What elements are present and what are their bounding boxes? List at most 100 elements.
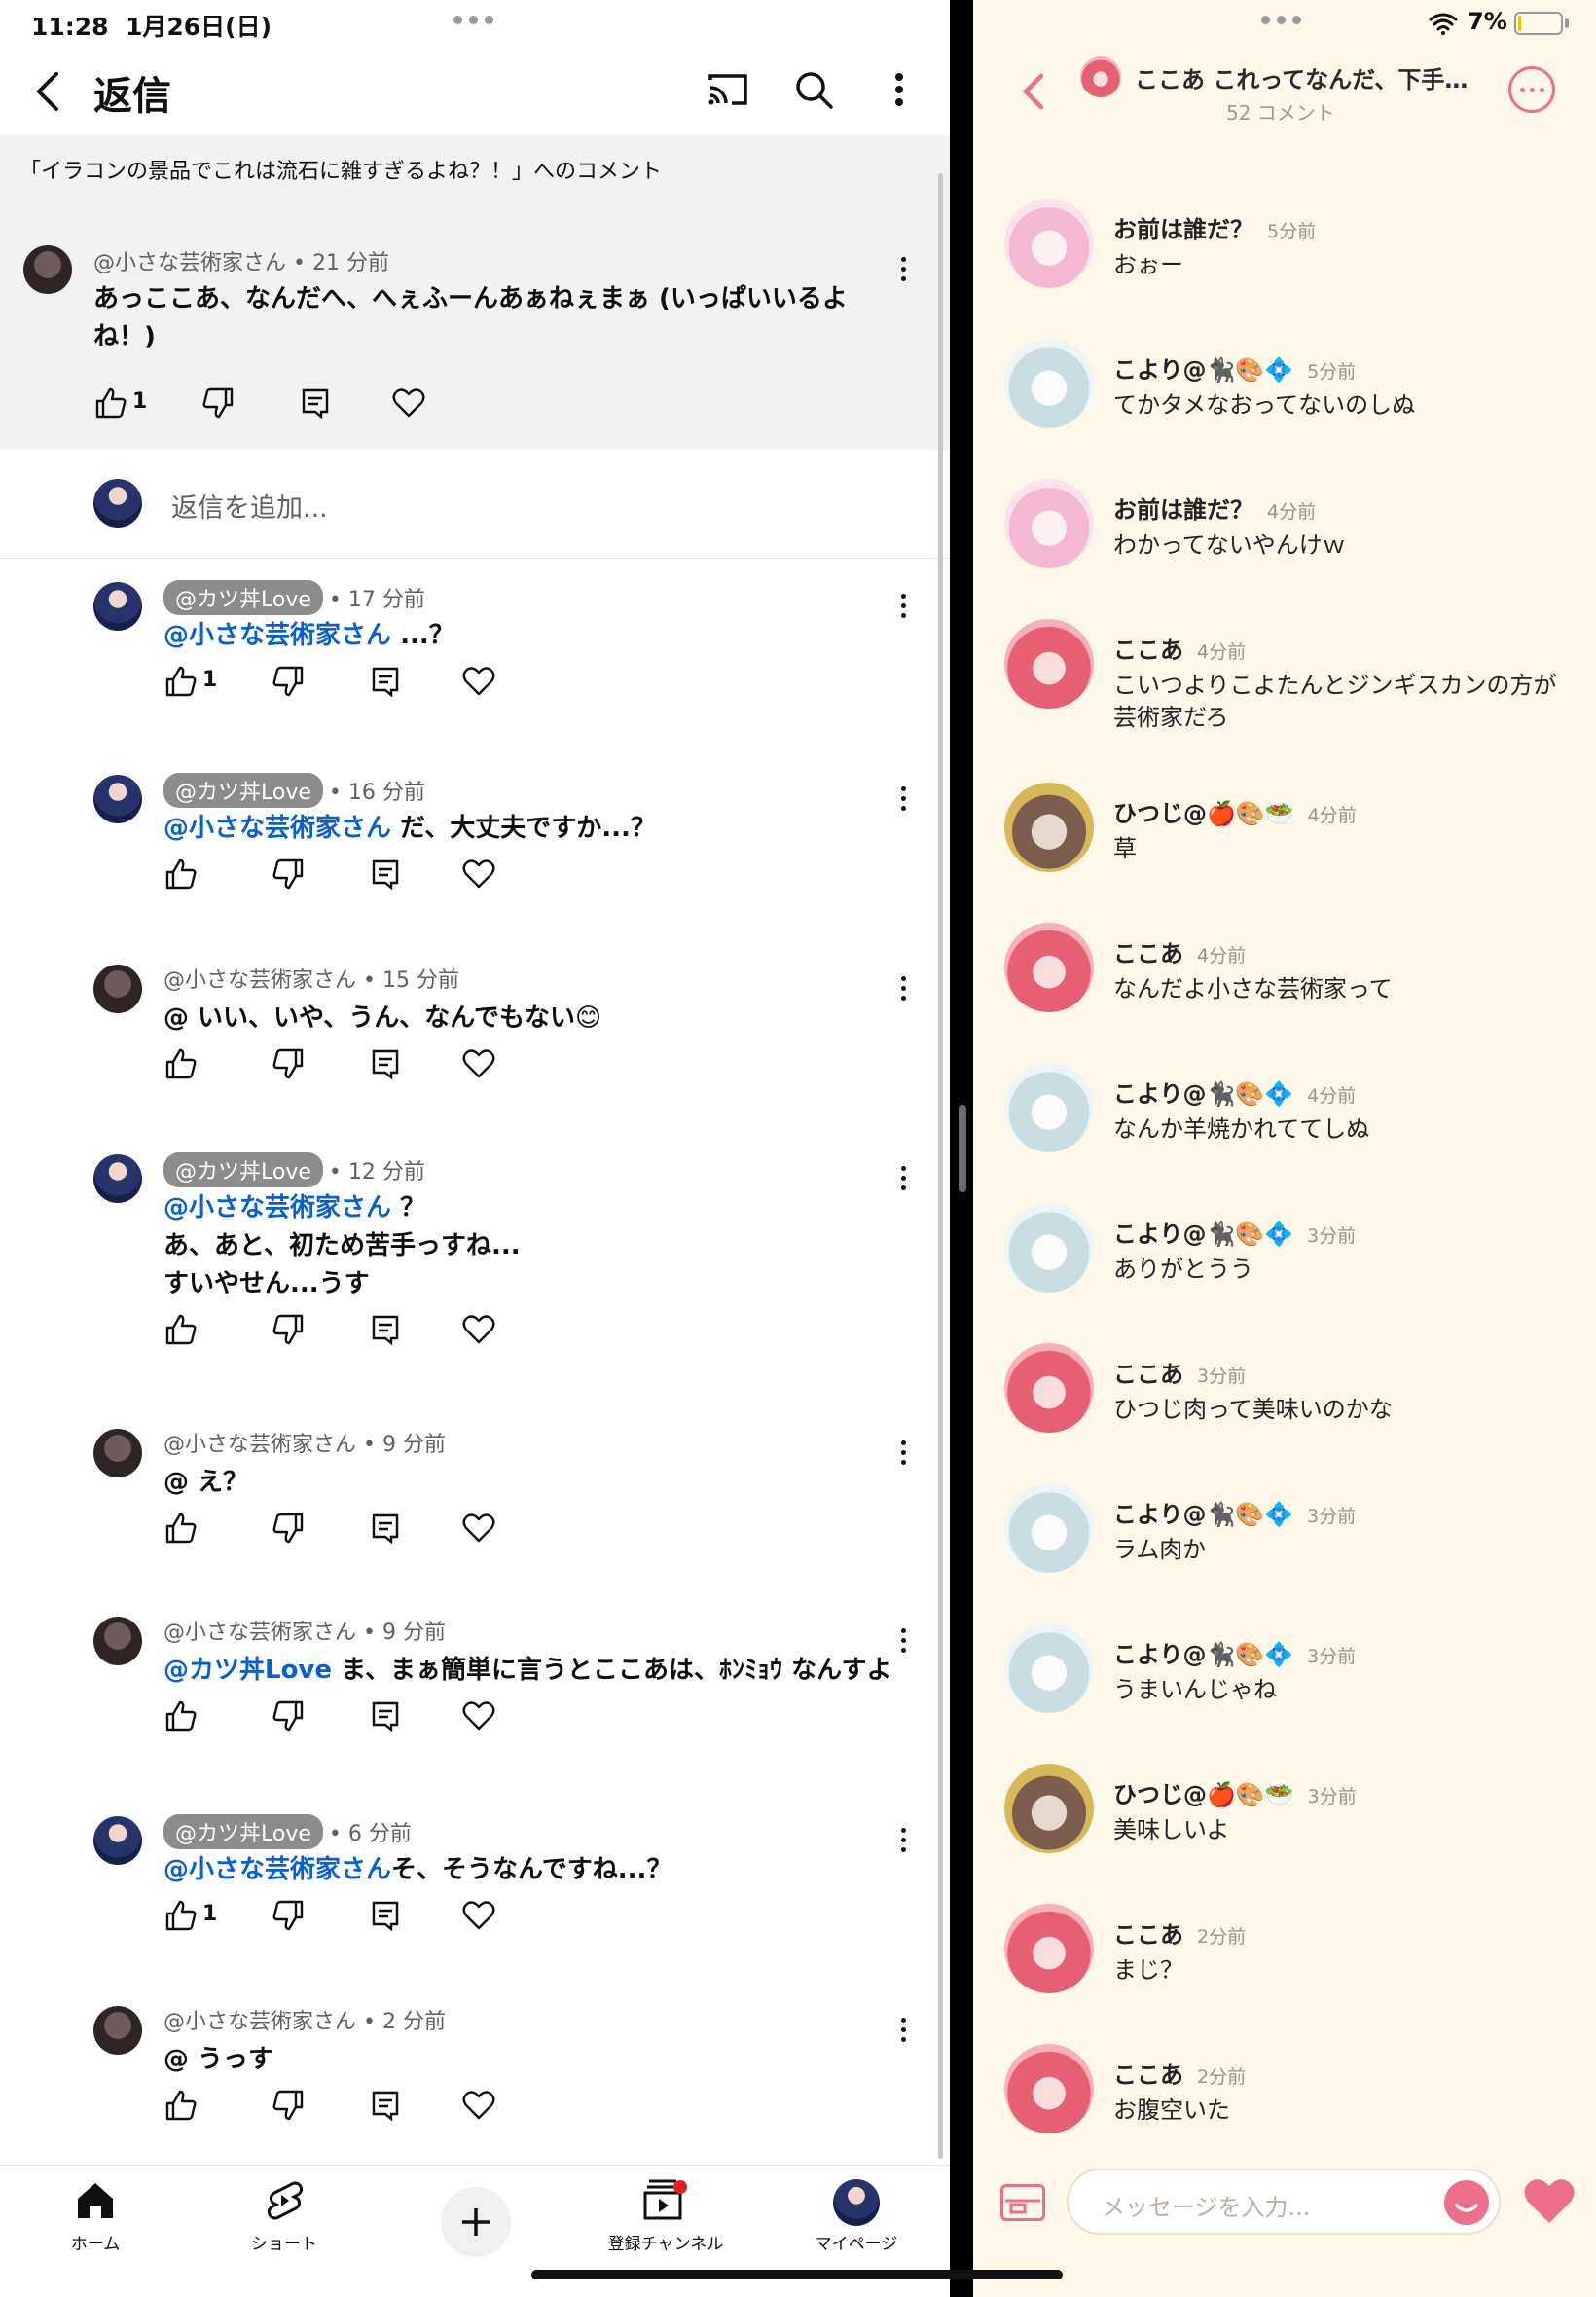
like-icon[interactable] [163, 1698, 199, 1733]
dislike-icon[interactable] [200, 385, 236, 420]
heart-icon[interactable] [461, 664, 496, 699]
reply-icon[interactable] [368, 1698, 403, 1733]
channel-owner-badge[interactable]: @カツ丼Love [163, 773, 323, 808]
message-author[interactable]: ひつじ@🍎🎨🥗 4分前 [1113, 794, 1357, 828]
avatar[interactable] [1004, 339, 1094, 428]
avatar[interactable] [1004, 1483, 1094, 1573]
like-icon[interactable] [163, 857, 199, 892]
reply-icon[interactable] [298, 385, 333, 420]
message-author[interactable]: ここあ 2分前 [1113, 2056, 1246, 2090]
avatar[interactable] [1004, 1203, 1094, 1293]
message-author[interactable]: ここあ 4分前 [1113, 631, 1246, 665]
dislike-icon[interactable] [271, 1312, 306, 1347]
split-divider-handle[interactable] [959, 1105, 966, 1192]
dislike-icon[interactable] [271, 2088, 306, 2123]
mention-link[interactable]: @小さな芸術家さん [163, 621, 391, 650]
avatar[interactable] [1004, 1904, 1094, 1993]
heart-icon[interactable] [461, 1046, 496, 1081]
avatar[interactable] [1004, 1343, 1094, 1433]
scrollbar[interactable] [938, 173, 943, 2159]
reply-icon[interactable] [368, 664, 403, 699]
create-button[interactable] [441, 2187, 511, 2257]
heart-icon[interactable] [1522, 2176, 1577, 2225]
comment-author[interactable]: @小さな芸術家さん [163, 1433, 356, 1457]
heart-icon[interactable] [461, 1511, 496, 1546]
message-author[interactable]: こより@🐈‍⬛🎨💠 5分前 [1113, 350, 1356, 384]
add-reply-input[interactable]: 返信を追加... [171, 487, 328, 525]
comment-more-icon[interactable] [899, 786, 907, 816]
avatar[interactable] [1004, 1063, 1094, 1152]
search-icon[interactable] [790, 66, 837, 113]
dislike-icon[interactable] [271, 1898, 306, 1933]
avatar[interactable] [93, 1429, 142, 1477]
avatar[interactable] [93, 1617, 142, 1665]
avatar[interactable] [1004, 1764, 1094, 1853]
heart-icon[interactable] [391, 385, 426, 420]
dislike-icon[interactable] [271, 857, 306, 892]
comment-more-icon[interactable] [899, 594, 907, 623]
avatar[interactable] [93, 582, 142, 631]
comment-more-icon[interactable] [899, 1628, 907, 1658]
dislike-icon[interactable] [271, 1698, 306, 1733]
comment-more-icon[interactable] [899, 1166, 907, 1195]
more-icon[interactable] [1508, 66, 1555, 113]
message-author[interactable]: ここあ 3分前 [1113, 1355, 1246, 1389]
like-icon[interactable] [163, 2088, 199, 2123]
avatar[interactable] [93, 2006, 142, 2055]
comment-author[interactable]: @小さな芸術家さん [163, 968, 356, 993]
avatar[interactable] [1004, 479, 1094, 568]
image-icon[interactable] [1000, 2184, 1045, 2221]
like-icon[interactable] [163, 1312, 199, 1347]
nav-home[interactable]: ホーム [27, 2179, 163, 2254]
mention-link[interactable]: @小さな芸術家さん [163, 1193, 391, 1222]
add-reply-row[interactable]: 返信を追加... [0, 450, 950, 559]
reply-icon[interactable] [368, 1046, 403, 1081]
multitask-dots[interactable] [453, 16, 493, 24]
channel-owner-badge[interactable]: @カツ丼Love [163, 580, 323, 615]
message-author[interactable]: こより@🐈‍⬛🎨💠 3分前 [1113, 1635, 1356, 1669]
avatar[interactable] [1004, 199, 1094, 288]
avatar[interactable] [93, 1154, 142, 1203]
reply-icon[interactable] [368, 1898, 403, 1933]
mention-link[interactable]: @小さな芸術家さん [163, 1855, 391, 1884]
avatar[interactable] [1004, 783, 1094, 872]
avatar[interactable] [93, 775, 142, 823]
comment-more-icon[interactable] [899, 2018, 907, 2047]
like-icon[interactable] [163, 1898, 199, 1933]
like-icon[interactable] [163, 1046, 199, 1081]
reply-icon[interactable] [368, 857, 403, 892]
comment-more-icon[interactable] [899, 1440, 907, 1470]
avatar[interactable] [93, 965, 142, 1013]
avatar[interactable] [1004, 1623, 1094, 1713]
comment-more-icon[interactable] [899, 257, 907, 286]
cast-icon[interactable] [705, 66, 751, 113]
dislike-icon[interactable] [271, 664, 306, 699]
avatar[interactable] [93, 1816, 142, 1865]
nav-mypage[interactable]: マイページ [788, 2179, 925, 2254]
avatar[interactable] [1004, 923, 1094, 1012]
message-author[interactable]: こより@🐈‍⬛🎨💠 3分前 [1113, 1215, 1356, 1249]
dislike-icon[interactable] [271, 1046, 306, 1081]
message-input[interactable]: メッセージを入力... [1067, 2169, 1501, 2235]
reply-icon[interactable] [368, 2088, 403, 2123]
dislike-icon[interactable] [271, 1511, 306, 1546]
channel-owner-badge[interactable]: @カツ丼Love [163, 1814, 323, 1849]
message-author[interactable]: お前は誰だ？ 5分前 [1113, 210, 1316, 244]
mention-link[interactable]: @小さな芸術家さん [163, 814, 391, 843]
reply-icon[interactable] [368, 1511, 403, 1546]
comment-author[interactable]: @小さな芸術家さん [93, 251, 286, 275]
mention-link[interactable]: @カツ丼Love [163, 1656, 332, 1685]
like-icon[interactable] [93, 385, 128, 420]
back-arrow-icon[interactable] [29, 68, 68, 115]
message-author[interactable]: ひつじ@🍎🎨🥗 3分前 [1113, 1775, 1357, 1809]
heart-icon[interactable] [461, 1698, 496, 1733]
back-arrow-icon[interactable] [1018, 70, 1047, 113]
heart-icon[interactable] [461, 857, 496, 892]
message-author[interactable]: こより@🐈‍⬛🎨💠 3分前 [1113, 1495, 1356, 1529]
comment-author[interactable]: @小さな芸術家さん [163, 1621, 356, 1645]
heart-icon[interactable] [461, 1312, 496, 1347]
message-author[interactable]: ここあ 2分前 [1113, 1915, 1246, 1950]
multitask-dots[interactable] [1261, 16, 1301, 24]
home-indicator[interactable] [531, 2270, 1063, 2279]
avatar[interactable] [1004, 2044, 1094, 2133]
